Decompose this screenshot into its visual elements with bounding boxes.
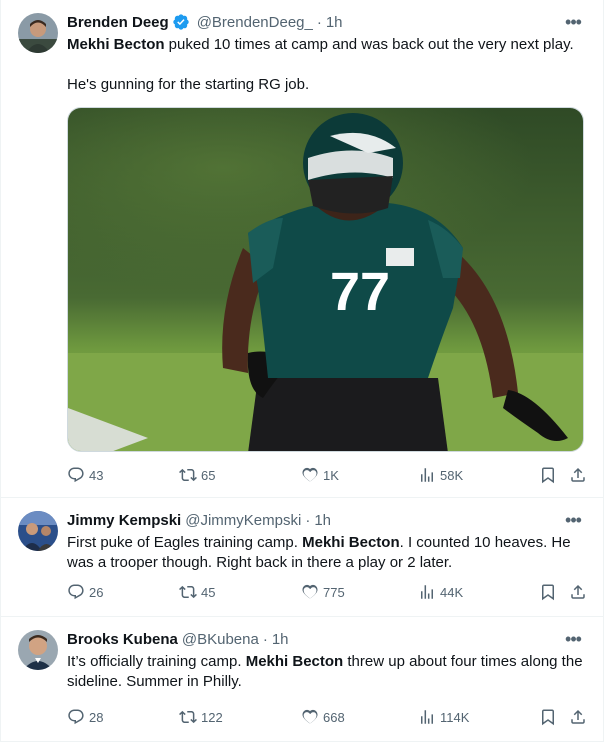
like-button[interactable]: 668	[301, 708, 345, 726]
reply-button[interactable]: 26	[67, 583, 103, 601]
tweet-text: Mekhi Becton puked 10 times at camp and …	[67, 35, 587, 95]
timeline: Brenden Deeg @BrendenDeeg_ · 1h ••• Mekh…	[0, 0, 604, 742]
verified-icon	[172, 13, 190, 31]
view-count: 114K	[440, 709, 470, 725]
reply-button[interactable]: 28	[67, 708, 103, 726]
reply-count: 26	[89, 584, 104, 600]
bookmark-icon	[542, 584, 554, 601]
more-icon[interactable]: •••	[563, 12, 583, 32]
jersey-number: 77	[330, 262, 390, 322]
share-icon	[571, 709, 585, 724]
bookmark-icon	[542, 709, 554, 726]
share-button[interactable]	[569, 708, 587, 726]
separator-dot: ·	[316, 13, 322, 31]
avatar[interactable]	[18, 511, 58, 551]
reply-count: 43	[89, 467, 104, 483]
avatar[interactable]	[18, 13, 58, 53]
like-icon	[302, 709, 318, 724]
retweet-button[interactable]: 45	[179, 583, 215, 601]
tweet-text: It’s officially training camp. Mekhi Bec…	[67, 652, 587, 692]
retweet-icon	[179, 710, 197, 724]
mention-bold: Mekhi Becton	[67, 36, 165, 53]
tweet-text-line2: He's gunning for the starting RG job.	[67, 76, 310, 93]
like-button[interactable]: 775	[301, 583, 345, 601]
reply-icon	[68, 709, 84, 725]
retweet-icon	[179, 468, 197, 482]
like-icon	[302, 584, 318, 599]
views-icon	[421, 468, 433, 482]
reply-button[interactable]: 43	[67, 466, 103, 484]
reply-icon	[68, 467, 84, 483]
retweet-count: 122	[201, 709, 223, 725]
tweet-actions: 43 65 1K 58K	[67, 465, 587, 485]
reply-icon	[68, 584, 84, 600]
tweet-text: First puke of Eagles training camp. Mekh…	[67, 533, 587, 573]
tweet-actions: 26 45 775 44K	[67, 582, 587, 602]
tweet-text-body: puked 10 times at camp and was back out …	[164, 36, 574, 53]
retweet-button[interactable]: 122	[179, 708, 223, 726]
view-count: 44K	[440, 584, 464, 600]
tweet-actions: 28 122 668 114K	[67, 707, 587, 727]
view-count: 58K	[440, 467, 464, 483]
tweet-text-pre: First puke of Eagles training camp.	[67, 534, 303, 551]
tweet-header: Jimmy Kempski @JimmyKempski · 1h	[67, 510, 587, 530]
display-name[interactable]: Brooks Kubena	[67, 631, 178, 648]
like-count: 1K	[323, 467, 339, 483]
timestamp[interactable]: 1h	[326, 14, 343, 31]
like-icon	[302, 467, 318, 482]
like-count: 668	[323, 709, 345, 725]
tweet-text-pre: It’s officially training camp.	[67, 653, 246, 670]
tweet[interactable]: Brenden Deeg @BrendenDeeg_ · 1h ••• Mekh…	[1, 0, 603, 498]
separator-dot: ·	[305, 511, 311, 529]
display-name[interactable]: Brenden Deeg	[67, 14, 169, 31]
bookmark-button[interactable]	[539, 708, 557, 726]
bookmark-button[interactable]	[539, 466, 557, 484]
views-button[interactable]: 44K	[418, 583, 463, 601]
views-icon	[421, 585, 433, 599]
tweet-header: Brooks Kubena @BKubena · 1h	[67, 629, 587, 649]
retweet-count: 45	[201, 584, 216, 600]
more-icon[interactable]: •••	[563, 629, 583, 649]
tweet[interactable]: Brooks Kubena @BKubena · 1h ••• It’s off…	[1, 617, 603, 742]
retweet-button[interactable]: 65	[179, 466, 215, 484]
handle[interactable]: @BKubena	[182, 631, 259, 648]
bookmark-button[interactable]	[539, 583, 557, 601]
mention-bold: Mekhi Becton	[302, 534, 400, 551]
retweet-icon	[179, 585, 197, 599]
share-icon	[571, 584, 585, 599]
more-icon[interactable]: •••	[563, 510, 583, 530]
tweet[interactable]: Jimmy Kempski @JimmyKempski · 1h ••• Fir…	[1, 498, 603, 617]
mention-bold: Mekhi Becton	[245, 653, 344, 670]
share-button[interactable]	[569, 466, 587, 484]
views-button[interactable]: 114K	[418, 708, 469, 726]
timestamp[interactable]: 1h	[272, 631, 289, 648]
handle[interactable]: @JimmyKempski	[185, 512, 301, 529]
tweet-header: Brenden Deeg @BrendenDeeg_ · 1h	[67, 12, 587, 32]
avatar[interactable]	[18, 630, 58, 670]
retweet-count: 65	[201, 467, 216, 483]
like-count: 775	[323, 584, 345, 600]
share-button[interactable]	[569, 583, 587, 601]
display-name[interactable]: Jimmy Kempski	[67, 512, 181, 529]
tweet-photo[interactable]: 77	[67, 107, 584, 452]
like-button[interactable]: 1K	[301, 466, 339, 484]
bookmark-icon	[542, 467, 554, 484]
separator-dot: ·	[262, 630, 268, 648]
views-icon	[421, 710, 433, 724]
handle[interactable]: @BrendenDeeg_	[197, 14, 313, 31]
views-button[interactable]: 58K	[418, 466, 463, 484]
timestamp[interactable]: 1h	[314, 512, 331, 529]
reply-count: 28	[89, 709, 104, 725]
share-icon	[571, 467, 585, 482]
